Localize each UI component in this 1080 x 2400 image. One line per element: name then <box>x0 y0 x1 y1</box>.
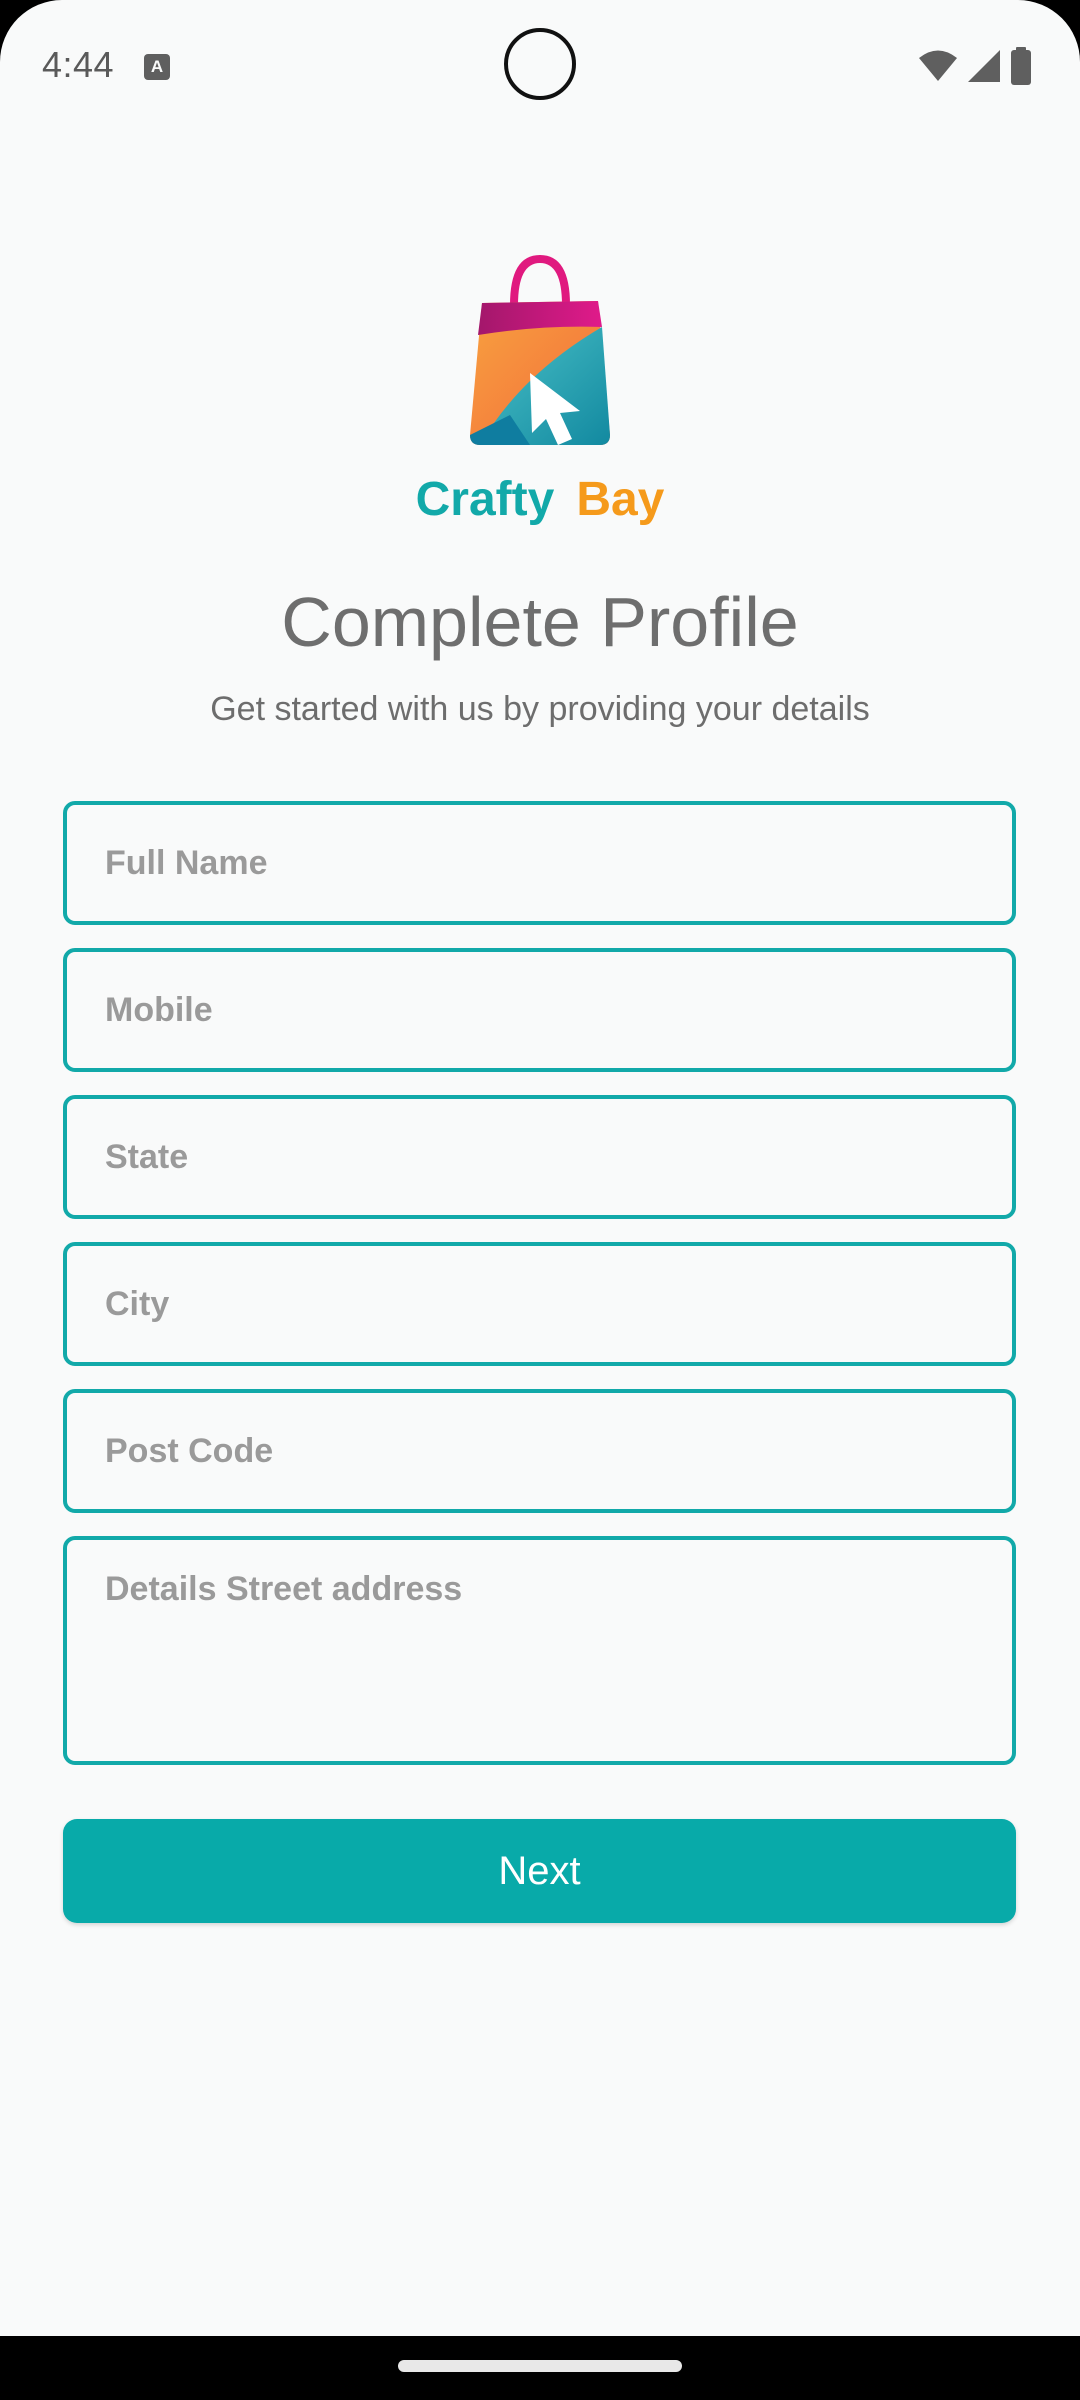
post-code-input[interactable] <box>67 1393 1012 1509</box>
brand-name: Crafty Bay <box>0 472 1080 527</box>
page-title: Complete Profile <box>281 583 799 661</box>
screen: 4:44 A Crafty Bay Complete Profile Get s… <box>0 0 1080 2336</box>
home-indicator[interactable] <box>398 2360 682 2372</box>
page-subtitle: Get started with us by providing your de… <box>210 690 870 728</box>
device-frame: 4:44 A Crafty Bay Complete Profile Get s… <box>0 0 1080 2400</box>
next-button[interactable]: Next <box>63 1819 1016 1923</box>
mobile-input[interactable] <box>67 952 1012 1068</box>
full-name-field <box>63 801 1016 925</box>
camera-cutout <box>504 28 576 100</box>
mobile-field <box>63 948 1016 1072</box>
post-code-field <box>63 1389 1016 1513</box>
status-icons <box>918 46 1032 86</box>
brand-name-part1: Crafty <box>415 473 555 526</box>
state-input[interactable] <box>67 1099 1012 1215</box>
state-field <box>63 1095 1016 1219</box>
app-logo <box>0 255 1080 455</box>
brand-name-part2: Bay <box>576 473 665 526</box>
full-name-input[interactable] <box>67 805 1012 921</box>
shopping-bag-logo-icon <box>470 255 610 445</box>
street-address-input[interactable] <box>67 1540 1012 1761</box>
status-bar: 4:44 A <box>0 0 1080 130</box>
street-address-field <box>63 1536 1016 1765</box>
notification-icon: A <box>144 54 170 80</box>
battery-icon <box>1011 47 1031 85</box>
signal-icon <box>968 50 1000 82</box>
wifi-icon <box>919 50 957 81</box>
city-input[interactable] <box>67 1246 1012 1362</box>
status-time: 4:44 <box>42 44 115 85</box>
city-field <box>63 1242 1016 1366</box>
